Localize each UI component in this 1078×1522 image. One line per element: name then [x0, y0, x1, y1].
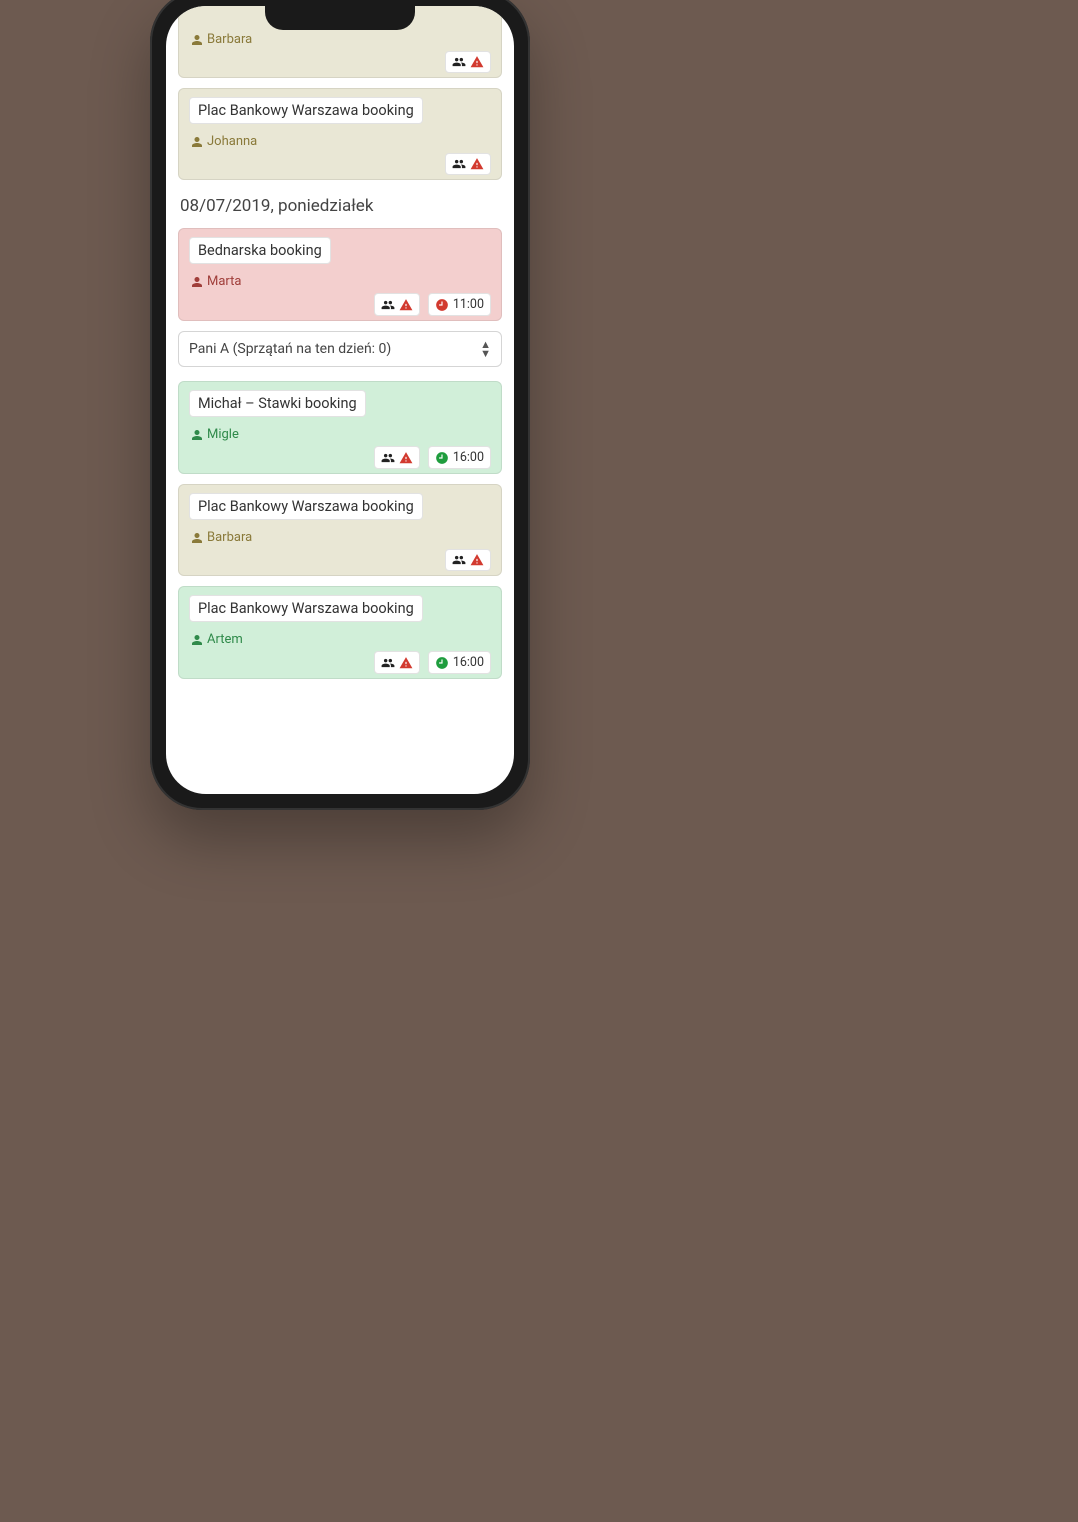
selector-label: Pani A (Sprzątań na ten dzień: 0) — [189, 341, 391, 357]
booking-card[interactable]: Bednarska booking Marta 11:00 — [178, 228, 502, 321]
booking-card[interactable]: Michał – Stawki booking Migle 16:00 — [178, 381, 502, 474]
time-badge: 16:00 — [428, 446, 491, 469]
card-user: Barbara — [191, 32, 491, 47]
alert-icon — [470, 55, 484, 69]
card-title: Michał – Stawki booking — [189, 390, 366, 417]
group-alert-badge — [445, 549, 491, 571]
user-name: Artem — [207, 632, 243, 647]
user-name: Johanna — [207, 134, 257, 149]
group-alert-badge — [445, 153, 491, 175]
group-icon — [452, 553, 466, 567]
group-alert-badge — [374, 446, 420, 469]
time-label: 16:00 — [453, 450, 484, 465]
user-icon — [191, 34, 203, 46]
phone-frame: x Barbara Plac Bankowy Warszawa booking — [150, 0, 530, 810]
card-title: Plac Bankowy Warszawa booking — [189, 595, 423, 622]
user-name: Barbara — [207, 32, 252, 47]
card-user: Barbara — [191, 530, 491, 545]
time-badge: 16:00 — [428, 651, 491, 674]
group-icon — [381, 451, 395, 465]
group-alert-badge — [374, 293, 420, 316]
phone-screen: x Barbara Plac Bankowy Warszawa booking — [166, 6, 514, 794]
group-icon — [381, 298, 395, 312]
date-header: 08/07/2019, poniedziałek — [180, 196, 502, 216]
time-label: 11:00 — [453, 297, 484, 312]
chevron-updown-icon: ▲▼ — [480, 340, 491, 358]
card-title: Plac Bankowy Warszawa booking — [189, 493, 423, 520]
alert-icon — [399, 656, 413, 670]
clock-icon — [435, 451, 449, 465]
user-name: Marta — [207, 274, 241, 289]
user-name: Migle — [207, 427, 239, 442]
time-badge: 11:00 — [428, 293, 491, 316]
user-icon — [191, 136, 203, 148]
group-icon — [381, 656, 395, 670]
user-name: Barbara — [207, 530, 252, 545]
card-title: Plac Bankowy Warszawa booking — [189, 97, 423, 124]
card-user: Johanna — [191, 134, 491, 149]
alert-icon — [399, 298, 413, 312]
booking-card[interactable]: Plac Bankowy Warszawa booking Johanna — [178, 88, 502, 180]
card-title: Bednarska booking — [189, 237, 331, 264]
clock-icon — [435, 656, 449, 670]
user-icon — [191, 429, 203, 441]
booking-card[interactable]: Plac Bankowy Warszawa booking Barbara — [178, 484, 502, 576]
user-icon — [191, 634, 203, 646]
group-icon — [452, 157, 466, 171]
alert-icon — [399, 451, 413, 465]
alert-icon — [470, 553, 484, 567]
card-user: Artem — [191, 632, 491, 647]
group-alert-badge — [445, 51, 491, 73]
alert-icon — [470, 157, 484, 171]
time-label: 16:00 — [453, 655, 484, 670]
booking-card[interactable]: x Barbara — [178, 6, 502, 78]
cleaner-selector[interactable]: Pani A (Sprzątań na ten dzień: 0) ▲▼ — [178, 331, 502, 367]
group-icon — [452, 55, 466, 69]
user-icon — [191, 532, 203, 544]
card-user: Migle — [191, 427, 491, 442]
user-icon — [191, 276, 203, 288]
scroll-area[interactable]: x Barbara Plac Bankowy Warszawa booking — [166, 6, 514, 794]
group-alert-badge — [374, 651, 420, 674]
card-user: Marta — [191, 274, 491, 289]
clock-icon — [435, 298, 449, 312]
booking-card[interactable]: Plac Bankowy Warszawa booking Artem 16:0… — [178, 586, 502, 679]
